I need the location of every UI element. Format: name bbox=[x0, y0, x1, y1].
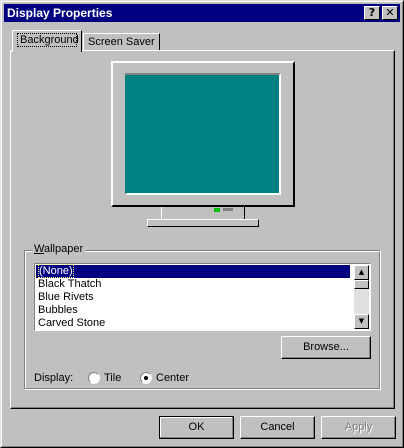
tile-radio-label[interactable]: Tile bbox=[104, 372, 121, 384]
list-item[interactable]: Black Thatch bbox=[36, 278, 350, 291]
tab-background-label: Background bbox=[17, 33, 79, 47]
power-led-icon bbox=[214, 208, 220, 212]
tab-screen-saver[interactable]: Screen Saver bbox=[83, 33, 160, 51]
list-item-label: (None) bbox=[38, 264, 74, 278]
list-item[interactable]: Bubbles bbox=[36, 304, 350, 317]
scroll-thumb[interactable] bbox=[354, 280, 369, 289]
title-bar[interactable]: Display Properties ? ✕ bbox=[4, 4, 400, 22]
power-button-icon bbox=[223, 208, 233, 211]
list-item[interactable]: (None) bbox=[36, 264, 350, 278]
apply-button[interactable]: Apply bbox=[321, 416, 396, 439]
wallpaper-listbox[interactable]: (None) Black Thatch Blue Rivets Bubbles … bbox=[34, 263, 371, 331]
display-label: Display: bbox=[34, 372, 74, 384]
list-item[interactable]: Carved Stone bbox=[36, 317, 350, 330]
listbox-scrollbar[interactable]: ▲ ▼ bbox=[354, 265, 369, 329]
cancel-button[interactable]: Cancel bbox=[240, 416, 315, 439]
list-item[interactable]: Blue Rivets bbox=[36, 291, 350, 304]
close-button[interactable]: ✕ bbox=[382, 6, 398, 20]
tile-radio[interactable] bbox=[88, 372, 100, 384]
center-radio[interactable] bbox=[140, 372, 152, 384]
monitor-base bbox=[147, 219, 259, 227]
help-button[interactable]: ? bbox=[364, 6, 380, 20]
monitor-screen bbox=[125, 75, 279, 193]
browse-button[interactable]: Browse... bbox=[281, 336, 371, 359]
display-properties-window: Display Properties ? ✕ Background Screen… bbox=[0, 0, 404, 448]
center-radio-label[interactable]: Center bbox=[156, 372, 189, 384]
wallpaper-label-text: Wallpaper bbox=[34, 243, 84, 255]
scroll-up-icon[interactable]: ▲ bbox=[354, 265, 369, 280]
wallpaper-group-label: Wallpaper bbox=[32, 243, 86, 255]
window-title: Display Properties bbox=[7, 6, 113, 20]
ok-button[interactable]: OK bbox=[159, 416, 234, 439]
tab-background[interactable]: Background bbox=[12, 30, 82, 52]
scroll-down-icon[interactable]: ▼ bbox=[354, 314, 369, 329]
